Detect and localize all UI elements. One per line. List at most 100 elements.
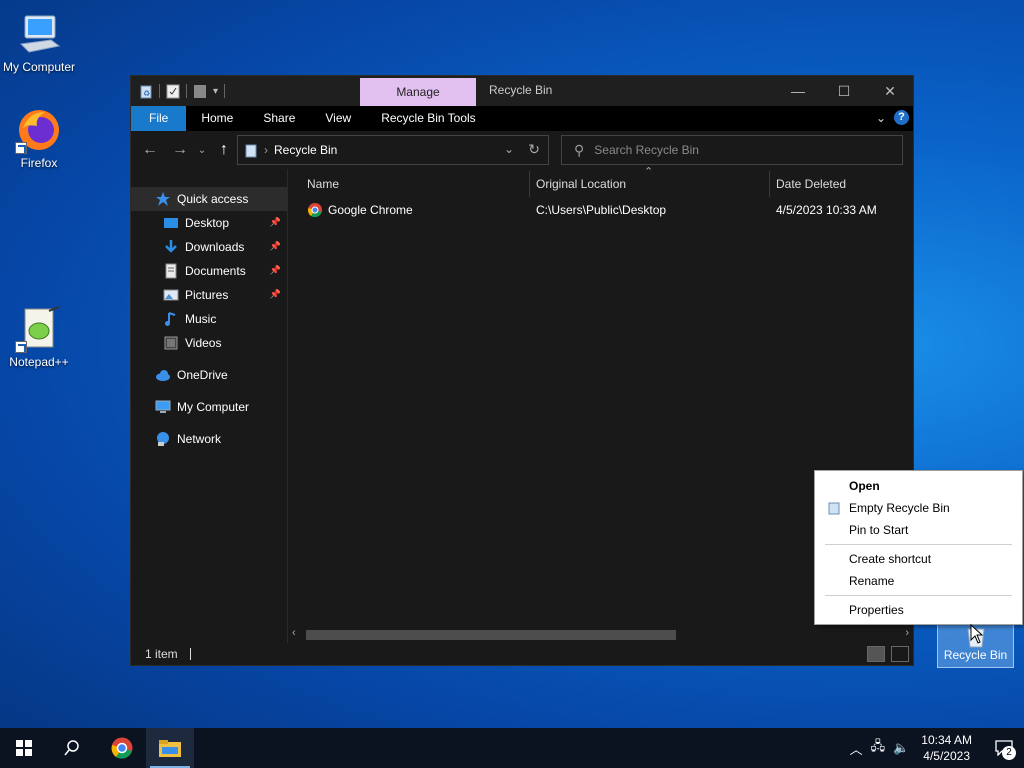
large-icons-view-icon[interactable] — [891, 646, 909, 662]
clock-date: 4/5/2023 — [923, 749, 970, 763]
windows-logo-icon — [16, 740, 32, 756]
tab-manage[interactable]: Manage — [360, 78, 476, 106]
menu-item-open[interactable]: Open — [815, 475, 1022, 497]
navigation-pane: Quick access Desktop 📌 Downloads 📌 Docum… — [131, 169, 288, 643]
network-status-icon[interactable]: 🖧 — [871, 737, 886, 759]
back-arrow-icon[interactable]: ← — [135, 135, 165, 165]
sidebar-item-label: Pictures — [185, 288, 229, 302]
scrollbar-thumb[interactable] — [306, 630, 676, 640]
sidebar-item-documents[interactable]: Documents 📌 — [131, 259, 287, 283]
pin-icon: 📌 — [269, 265, 281, 275]
tab-file[interactable]: File — [131, 106, 187, 131]
sidebar-item-downloads[interactable]: Downloads 📌 — [131, 235, 287, 259]
sidebar-item-my-computer[interactable]: My Computer — [131, 395, 287, 419]
help-icon[interactable]: ? — [894, 110, 909, 125]
pin-icon: 📌 — [269, 217, 281, 227]
volume-icon[interactable]: 🔈 — [893, 740, 909, 756]
quick-access-toolbar: ♻ ▾ — [131, 76, 226, 106]
sidebar-item-label: Network — [177, 432, 222, 446]
column-header-original-location[interactable]: Original Location — [536, 177, 626, 191]
action-center-button[interactable]: 2 — [984, 728, 1024, 768]
details-view-icon[interactable] — [867, 646, 885, 662]
clock[interactable]: 10:34 AM 4/5/2023 — [921, 732, 972, 764]
address-dropdown-icon[interactable]: ⌄ — [504, 142, 514, 156]
pin-icon: 📌 — [269, 289, 281, 299]
menu-item-properties[interactable]: Properties — [815, 599, 1022, 621]
sidebar-item-label: Desktop — [185, 216, 230, 230]
notification-count-badge: 2 — [1002, 746, 1016, 760]
sidebar-item-music[interactable]: Music — [131, 307, 287, 331]
minimize-button[interactable]: — — [775, 76, 821, 106]
scroll-right-icon[interactable]: › — [905, 627, 909, 639]
search-placeholder: Search Recycle Bin — [594, 143, 699, 157]
refresh-icon[interactable]: ↻ — [528, 141, 540, 158]
document-icon — [165, 263, 177, 279]
sidebar-item-label: Music — [185, 312, 217, 326]
search-button[interactable] — [48, 728, 96, 768]
maximize-button[interactable]: ☐ — [821, 76, 867, 106]
new-folder-icon[interactable] — [193, 83, 207, 99]
chrome-icon — [111, 737, 133, 759]
mouse-cursor-icon — [970, 624, 984, 644]
desktop-icon-firefox[interactable]: Firefox — [1, 106, 77, 170]
computer-icon — [15, 10, 63, 58]
network-icon — [157, 432, 169, 446]
window-title: Recycle Bin — [489, 83, 553, 97]
context-menu: Open Empty Recycle Bin Pin to Start Crea… — [814, 470, 1023, 625]
status-bar: 1 item — [131, 643, 913, 665]
file-name: Google Chrome — [328, 203, 413, 217]
menu-item-label: Empty Recycle Bin — [849, 501, 950, 515]
address-bar[interactable]: › Recycle Bin ⌄ ↻ — [237, 135, 549, 165]
show-hidden-icons-chevron-icon[interactable]: ︿ — [850, 739, 863, 758]
desktop-icon-my-computer[interactable]: My Computer — [1, 10, 77, 74]
column-header-name[interactable]: Name — [307, 177, 339, 191]
menu-item-empty-recycle-bin[interactable]: Empty Recycle Bin — [815, 497, 1022, 519]
tab-home[interactable]: Home — [186, 106, 248, 131]
menu-item-pin-to-start[interactable]: Pin to Start — [815, 519, 1022, 541]
shortcut-arrow-icon — [15, 142, 27, 154]
sidebar-item-label: Videos — [185, 336, 222, 350]
download-icon — [165, 240, 177, 253]
expand-ribbon-chevron-icon[interactable]: ⌄ — [876, 111, 886, 125]
desktop-icon-notepad-plus-plus[interactable]: Notepad++ — [1, 305, 77, 369]
sidebar-item-onedrive[interactable]: OneDrive — [131, 363, 287, 387]
properties-icon[interactable] — [166, 83, 180, 99]
sidebar-item-pictures[interactable]: Pictures 📌 — [131, 283, 287, 307]
breadcrumb[interactable]: Recycle Bin — [274, 143, 337, 157]
horizontal-scrollbar[interactable]: ‹ › — [292, 627, 909, 641]
search-icon: ⚲ — [574, 141, 585, 158]
tab-share[interactable]: Share — [248, 106, 310, 131]
tab-view[interactable]: View — [310, 106, 366, 131]
start-button[interactable] — [0, 728, 48, 768]
table-row[interactable]: Google Chrome C:\Users\Public\Desktop 4/… — [288, 199, 913, 221]
explorer-window[interactable]: ♻ ▾ Manage Recycle Bin — ☐ ✕ File Home S… — [130, 75, 914, 666]
taskbar-file-explorer[interactable] — [146, 728, 194, 768]
sidebar-item-videos[interactable]: Videos — [131, 331, 287, 355]
customize-toolbar-dropdown[interactable]: ▾ — [213, 86, 218, 97]
taskbar-chrome[interactable] — [98, 728, 146, 768]
column-header-date-deleted[interactable]: Date Deleted — [776, 177, 846, 191]
forward-arrow-icon[interactable]: → — [165, 135, 195, 165]
close-button[interactable]: ✕ — [867, 76, 913, 106]
sidebar-item-label: Downloads — [185, 240, 245, 254]
clock-time: 10:34 AM — [921, 733, 972, 747]
svg-text:♻: ♻ — [143, 89, 150, 98]
sidebar-item-network[interactable]: Network — [131, 427, 287, 451]
system-tray: ︿ 🖧 🔈 10:34 AM 4/5/2023 2 — [846, 728, 1024, 768]
sidebar-item-desktop[interactable]: Desktop 📌 — [131, 211, 287, 235]
sidebar-item-quick-access[interactable]: Quick access — [131, 187, 287, 211]
tab-recycle-bin-tools[interactable]: Recycle Bin Tools — [366, 106, 491, 131]
file-explorer-icon — [159, 740, 181, 757]
cloud-icon — [156, 370, 170, 381]
sort-ascending-icon: ⌃ — [644, 166, 654, 178]
navigation-bar: ← → ⌄ ↑ › Recycle Bin ⌄ ↻ ⚲ Search Recyc… — [131, 131, 913, 169]
up-arrow-icon[interactable]: ↑ — [209, 135, 239, 165]
item-count: 1 item — [145, 647, 178, 661]
menu-item-create-shortcut[interactable]: Create shortcut — [815, 548, 1022, 570]
menu-item-rename[interactable]: Rename — [815, 570, 1022, 592]
scroll-left-icon[interactable]: ‹ — [292, 627, 296, 639]
recent-locations-chevron-icon[interactable]: ⌄ — [195, 135, 209, 165]
search-input[interactable]: ⚲ Search Recycle Bin — [561, 135, 903, 165]
title-bar[interactable]: ♻ ▾ Manage Recycle Bin — ☐ ✕ — [131, 76, 913, 106]
notepad-plus-plus-icon — [15, 305, 63, 353]
